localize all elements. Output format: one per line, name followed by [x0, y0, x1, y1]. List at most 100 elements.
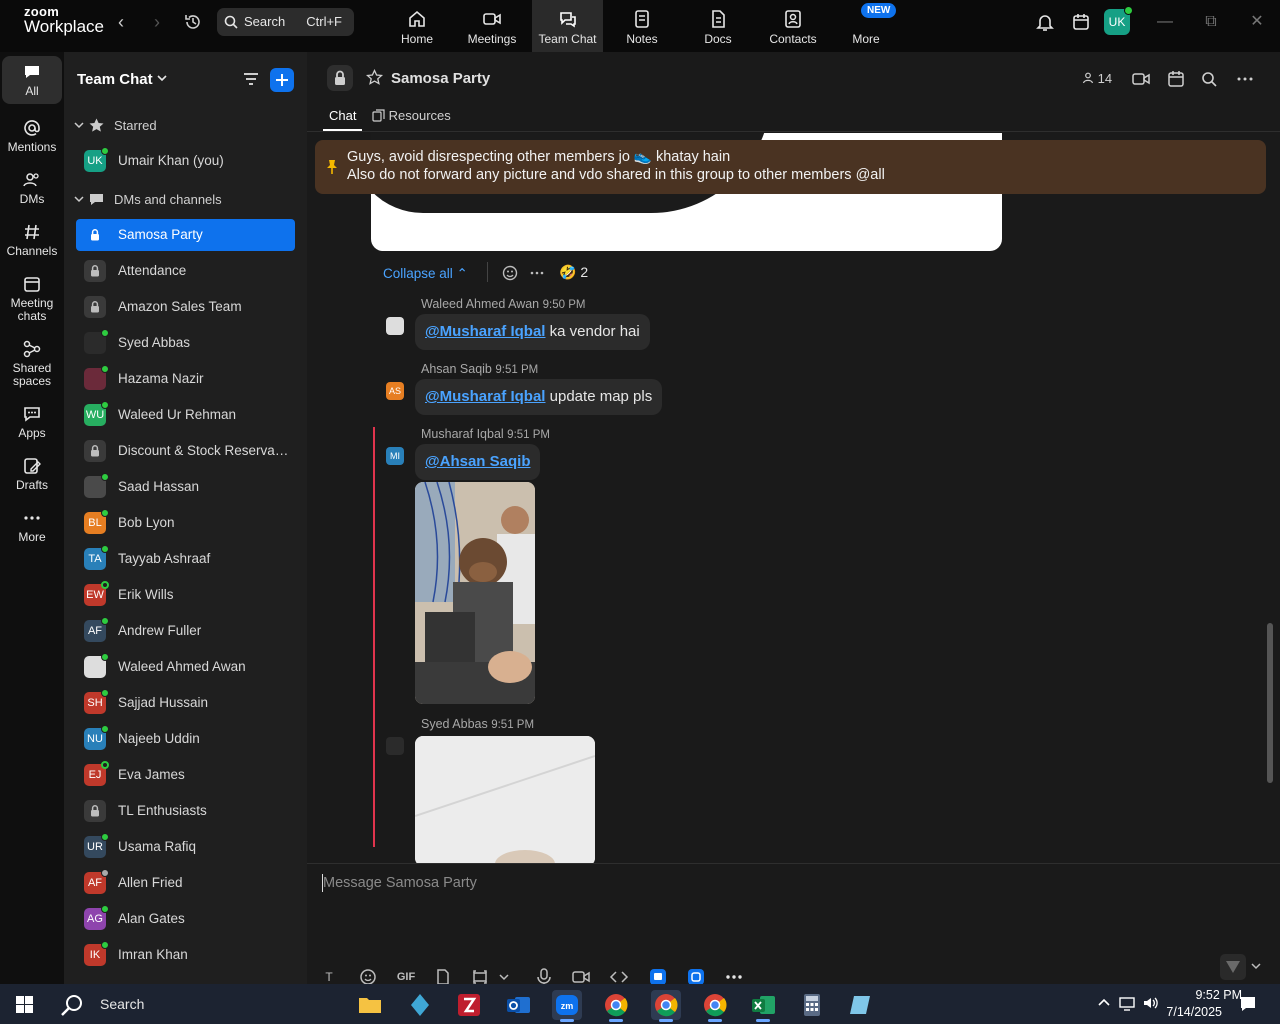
chevron-down-icon[interactable] [156, 72, 168, 84]
chrome-profile-icon[interactable] [651, 990, 681, 1022]
new-chat-button[interactable] [270, 68, 294, 92]
shared-photo[interactable] [415, 482, 535, 704]
sidebar-item[interactable]: Discount & Stock Reservati... [76, 435, 295, 467]
tab-notes[interactable]: Notes [612, 0, 672, 52]
notes-app-icon[interactable] [846, 990, 876, 1020]
members-button[interactable]: 14 [1082, 71, 1112, 86]
rail-apps[interactable]: Apps [2, 398, 62, 440]
sidebar-item[interactable]: Saad Hassan [76, 471, 295, 503]
shared-photo[interactable] [415, 736, 595, 864]
sidebar-item[interactable]: UR Usama Rafiq [76, 831, 295, 863]
rail-drafts[interactable]: Drafts [2, 450, 62, 492]
sidebar-item[interactable]: AF Andrew Fuller [76, 615, 295, 647]
forward-arrow-icon[interactable]: › [147, 12, 167, 32]
file-explorer-icon[interactable] [355, 990, 385, 1020]
restore-icon[interactable]: ⧉ [1201, 12, 1221, 32]
sender-avatar[interactable] [386, 317, 404, 335]
star-outline-icon[interactable] [366, 69, 383, 86]
tab-home[interactable]: Home [384, 0, 450, 52]
sender-avatar[interactable]: AS [386, 382, 404, 400]
rail-meeting-chats[interactable]: Meeting chats [2, 268, 62, 323]
tab-meetings[interactable]: Meetings [456, 0, 528, 52]
feed-scrollbar[interactable] [1267, 623, 1273, 783]
video-call-icon[interactable] [1131, 69, 1151, 89]
outlook-icon[interactable] [503, 990, 533, 1020]
add-reaction-icon[interactable] [501, 264, 519, 282]
notification-center-icon[interactable] [1238, 994, 1258, 1014]
mention-link[interactable]: @Musharaf Iqbal [425, 323, 545, 340]
sidebar-item[interactable]: TA Tayyab Ashraaf [76, 543, 295, 575]
sidebar-item[interactable]: NU Najeeb Uddin [76, 723, 295, 755]
more-icon[interactable] [1235, 69, 1255, 89]
sidebar-item[interactable]: AG Alan Gates [76, 903, 295, 935]
windows-start-icon[interactable] [16, 996, 33, 1013]
sidebar-title[interactable]: Team Chat [77, 71, 153, 88]
sidebar-item[interactable]: Amazon Sales Team [76, 291, 295, 323]
back-arrow-icon[interactable]: ‹ [111, 12, 131, 32]
sidebar-item[interactable]: AF Allen Fried [76, 867, 295, 899]
volume-icon[interactable] [1141, 994, 1159, 1012]
taskbar-search-label[interactable]: Search [100, 996, 144, 1012]
rail-all[interactable]: All [2, 56, 62, 104]
rail-channels[interactable]: Channels [2, 216, 62, 258]
sidebar-item[interactable]: UK Umair Khan (you) [76, 145, 295, 177]
calendar-icon[interactable] [1166, 69, 1186, 89]
tab-resources[interactable]: Resources [372, 108, 451, 123]
minimize-icon[interactable]: — [1155, 12, 1175, 32]
sender-avatar[interactable] [386, 737, 404, 755]
sidebar-item[interactable]: WU Waleed Ur Rehman [76, 399, 295, 431]
close-icon[interactable]: ✕ [1247, 12, 1267, 32]
sidebar-item[interactable]: TL Enthusiasts [76, 795, 295, 827]
global-search[interactable]: Search Ctrl+F [217, 8, 354, 36]
rail-more[interactable]: More [2, 502, 62, 544]
reaction-chip[interactable]: 🤣 2 [559, 264, 588, 281]
channel-avatar[interactable] [327, 65, 353, 91]
filezilla-icon[interactable] [454, 990, 484, 1020]
sidebar-item[interactable]: Attendance [76, 255, 295, 287]
clock-time[interactable]: 9:52 PM [1192, 988, 1242, 1002]
sidebar-item[interactable]: EJ Eva James [76, 759, 295, 791]
sidebar-item[interactable]: Waleed Ahmed Awan [76, 651, 295, 683]
pinned-message[interactable]: Guys, avoid disrespecting other members … [315, 140, 1266, 194]
chevron-down-icon[interactable] [1250, 960, 1262, 972]
history-icon[interactable] [183, 12, 203, 32]
sidebar-item[interactable]: EW Erik Wills [76, 579, 295, 611]
chrome-profile-2-icon[interactable] [700, 990, 730, 1022]
chrome-icon[interactable] [601, 990, 631, 1022]
sidebar-item[interactable]: Samosa Party [76, 219, 295, 251]
section-starred[interactable]: Starred [74, 116, 294, 136]
tab-contacts[interactable]: Contacts [762, 0, 824, 52]
collapse-all-button[interactable]: Collapse all ⌃ [383, 266, 468, 282]
calculator-icon[interactable] [797, 990, 827, 1020]
app-icon[interactable] [405, 990, 435, 1020]
sidebar-item[interactable]: Hazama Nazir [76, 363, 295, 395]
chevron-up-icon[interactable] [1095, 994, 1113, 1012]
rail-dms[interactable]: DMs [2, 164, 62, 206]
search-icon[interactable] [60, 994, 86, 1016]
more-icon[interactable] [529, 264, 545, 282]
filter-icon[interactable] [242, 70, 260, 88]
network-icon[interactable] [1118, 994, 1136, 1012]
sidebar-item[interactable]: IK Imran Khan [76, 939, 295, 971]
rail-mentions[interactable]: Mentions [2, 112, 62, 154]
channel-name[interactable]: Samosa Party [391, 70, 490, 87]
search-icon[interactable] [1199, 69, 1219, 89]
composer-placeholder[interactable]: Message Samosa Party [323, 875, 477, 891]
sidebar-item[interactable]: BL Bob Lyon [76, 507, 295, 539]
bell-icon[interactable] [1035, 12, 1055, 32]
clock-date[interactable]: 7/14/2025 [1162, 1005, 1222, 1019]
tab-chat[interactable]: Chat [322, 108, 364, 131]
message-bubble[interactable]: @Musharaf Iqbal update map pls [415, 379, 663, 415]
excel-icon[interactable] [748, 990, 778, 1022]
zoom-taskbar-icon[interactable]: zm [552, 990, 582, 1022]
rail-shared-spaces[interactable]: Shared spaces [2, 333, 62, 388]
message-bubble[interactable]: @Musharaf Iqbal ka vendor hai [415, 314, 650, 350]
message-bubble[interactable]: @Ahsan Saqib [415, 444, 541, 480]
mention-link[interactable]: @Ahsan Saqib [425, 453, 530, 470]
send-button[interactable] [1220, 954, 1246, 980]
message-feed[interactable]: Guys, avoid disrespecting other members … [307, 133, 1280, 864]
user-avatar[interactable]: UK [1104, 6, 1133, 35]
sidebar-item[interactable]: SH Sajjad Hussain [76, 687, 295, 719]
tab-team-chat[interactable]: Team Chat [532, 0, 603, 52]
sender-avatar[interactable]: MI [386, 447, 404, 465]
